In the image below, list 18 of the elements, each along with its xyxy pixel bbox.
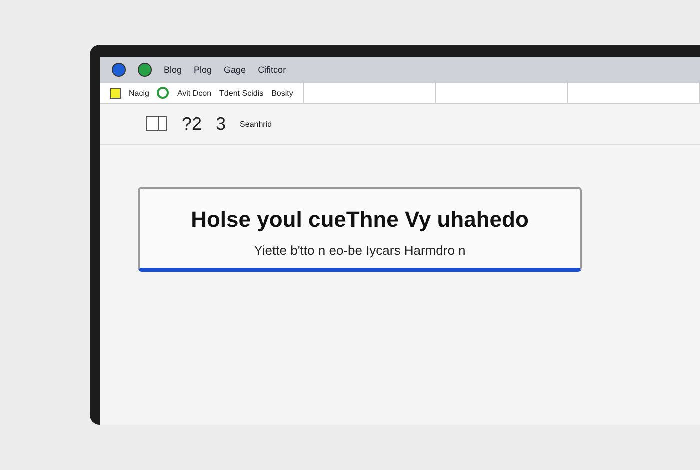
square-icon[interactable]: [110, 88, 121, 98]
circle-icon[interactable]: [112, 63, 126, 77]
ribbon-item[interactable]: Nacig: [129, 88, 150, 98]
card-title: Holse youl cueThne Vy uhahedo: [191, 207, 529, 233]
format-item[interactable]: ?2: [182, 114, 202, 134]
panel-icon[interactable]: [146, 116, 168, 132]
toolbar-item[interactable]: Gage: [224, 65, 246, 75]
ribbon-item[interactable]: Tdent Scidis: [220, 88, 264, 98]
toolbar-item[interactable]: Plog: [194, 65, 212, 75]
toolbar-item[interactable]: Cifitcor: [258, 65, 286, 75]
circle-icon[interactable]: [157, 87, 170, 99]
circle-icon[interactable]: [138, 63, 152, 77]
format-item[interactable]: 3: [216, 114, 226, 134]
format-item[interactable]: Seanhrid: [240, 120, 272, 128]
toolbar-item[interactable]: Blog: [164, 65, 182, 75]
card-subtitle: Yiette b'tto n eo-be Iycars Harmdro n: [254, 243, 466, 258]
ribbon-item[interactable]: Bosity: [272, 88, 294, 98]
ribbon-item[interactable]: Avit Dcon: [177, 88, 212, 98]
